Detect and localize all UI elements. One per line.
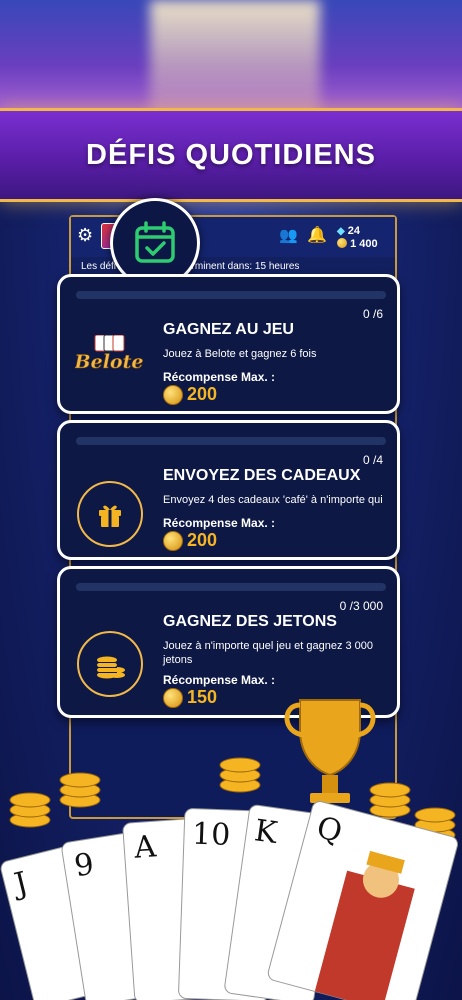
coin-icon bbox=[163, 530, 183, 551]
wallet: ◆ 24 1 400 bbox=[337, 225, 378, 251]
gem-count: 24 bbox=[347, 225, 361, 237]
challenge-description: Jouez à Belote et gagnez 6 fois bbox=[163, 348, 317, 360]
gear-icon[interactable]: ⚙ bbox=[77, 225, 93, 246]
coin-count: 1 400 bbox=[350, 238, 378, 250]
card-rank: 10 bbox=[191, 817, 230, 853]
stage-lights bbox=[0, 0, 462, 120]
reward-value: 200 bbox=[163, 384, 217, 405]
reward-label: Récompense Max. : bbox=[163, 370, 276, 384]
coin-stack-icon-circle bbox=[77, 631, 143, 697]
reward-label: Récompense Max. : bbox=[163, 673, 276, 687]
coin-icon bbox=[337, 238, 347, 248]
progress-text: 0 /3 000 bbox=[339, 599, 383, 613]
card-rank: A bbox=[132, 829, 157, 866]
coin-stack-icon bbox=[97, 656, 125, 679]
challenge-title: ENVOYEZ DES CADEAUX bbox=[163, 467, 361, 484]
belote-logo: Belote bbox=[75, 335, 143, 373]
reward-value: 200 bbox=[163, 530, 217, 551]
gem-icon: ◆ bbox=[337, 226, 345, 237]
belote-logo-text: Belote bbox=[75, 351, 143, 373]
progress-track bbox=[76, 583, 386, 591]
challenge-title: GAGNEZ DES JETONS bbox=[163, 613, 337, 630]
challenge-description: Jouez à n'importe quel jeu et gagnez 3 0… bbox=[163, 640, 374, 666]
reward-amount: 200 bbox=[187, 530, 218, 550]
title-banner: DÉFIS QUOTIDIENS bbox=[0, 108, 462, 202]
progress-track bbox=[76, 291, 386, 299]
bell-icon[interactable]: 🔔 bbox=[307, 225, 327, 245]
gift-icon-circle bbox=[77, 481, 143, 547]
progress-track bbox=[76, 437, 386, 445]
friends-icon[interactable]: 👥 bbox=[279, 226, 298, 244]
gift-icon bbox=[99, 505, 121, 527]
coin-icon bbox=[163, 384, 183, 405]
challenge-card-1[interactable]: 0 /6 Belote GAGNEZ AU JEU Jouez à Belote… bbox=[57, 274, 400, 414]
progress-text: 0 /6 bbox=[362, 307, 383, 321]
progress-text: 0 /4 bbox=[362, 453, 383, 467]
cards-and-coins-art: J 9 A 10 K Q bbox=[0, 699, 458, 1000]
reward-amount: 200 bbox=[187, 384, 218, 404]
trophy-icon bbox=[284, 699, 376, 803]
challenge-description: Envoyez 4 des cadeaux 'café' à n'importe… bbox=[163, 494, 383, 506]
page-title: DÉFIS QUOTIDIENS bbox=[86, 138, 376, 171]
reward-label: Récompense Max. : bbox=[163, 516, 276, 530]
calendar-check-icon bbox=[135, 221, 175, 263]
challenge-card-2[interactable]: 0 /4 ENVOYEZ DES CADEAUX Envoyez 4 des c… bbox=[57, 420, 400, 560]
challenge-title: GAGNEZ AU JEU bbox=[163, 321, 294, 338]
playing-cards: J 9 A 10 K Q bbox=[0, 801, 458, 1000]
